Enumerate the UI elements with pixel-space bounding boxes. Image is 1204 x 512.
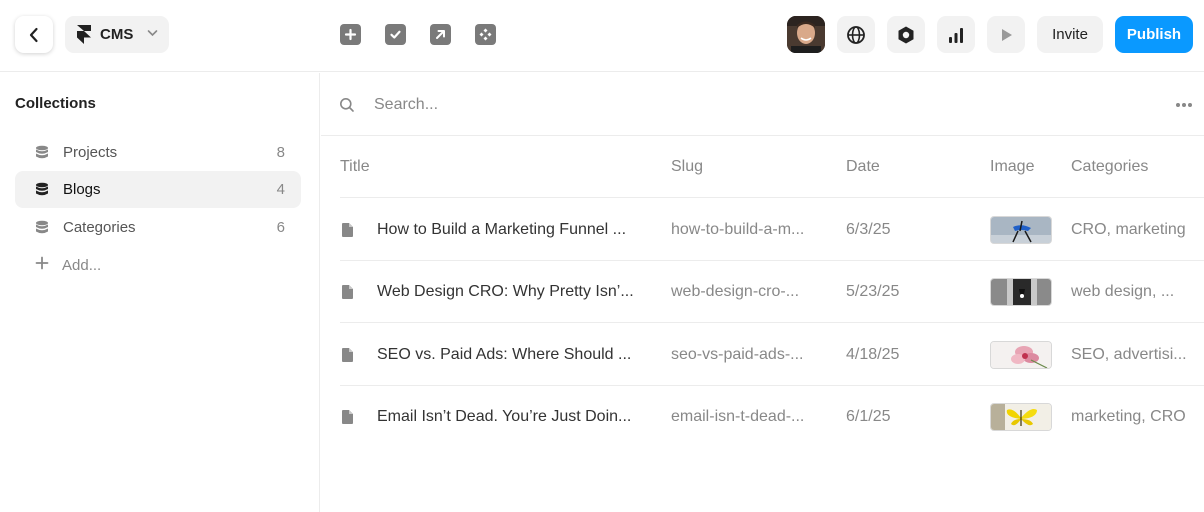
top-bar: CMS Invite Publish	[0, 0, 1204, 72]
plus-square-icon[interactable]	[340, 24, 361, 45]
column-header-image[interactable]: Image	[990, 158, 1034, 176]
back-button[interactable]	[15, 16, 53, 53]
row-categories: CRO, marketing	[1071, 221, 1186, 238]
sidebar-item-categories[interactable]: Categories 6	[15, 209, 301, 246]
analytics-button[interactable]	[937, 16, 975, 53]
row-date: 4/18/25	[846, 346, 900, 363]
chair-thumbnail	[990, 216, 1052, 244]
publish-button[interactable]: Publish	[1115, 16, 1193, 53]
search-input[interactable]	[374, 93, 1074, 117]
row-divider	[340, 385, 1204, 386]
arrow-up-right-square-icon[interactable]	[430, 24, 451, 45]
row-slug: email-isn-t-dead-...	[671, 408, 805, 425]
document-icon	[342, 348, 353, 362]
preview-button[interactable]	[987, 16, 1025, 53]
butterfly-thumbnail	[990, 403, 1052, 431]
search-bar	[321, 73, 1204, 136]
column-header-categories[interactable]: Categories	[1071, 158, 1148, 176]
row-categories: marketing, CRO	[1071, 408, 1186, 425]
collections-sidebar: Collections Projects 8 Blogs 4 Categorie…	[0, 73, 320, 512]
sidebar-item-projects[interactable]: Projects 8	[15, 134, 301, 171]
database-icon	[36, 182, 48, 196]
sidebar-item-blogs[interactable]: Blogs 4	[15, 171, 301, 208]
play-icon	[1002, 28, 1012, 41]
row-divider	[340, 197, 1204, 198]
check-square-icon[interactable]	[385, 24, 406, 45]
framer-logo-icon	[77, 25, 91, 44]
row-title: How to Build a Marketing Funnel ...	[377, 221, 627, 238]
globe-button[interactable]	[837, 16, 875, 53]
user-avatar[interactable]	[787, 16, 825, 53]
add-collection-label: Add...	[62, 256, 102, 274]
document-icon	[342, 410, 353, 424]
row-slug: web-design-cro-...	[671, 283, 800, 300]
row-date: 6/1/25	[846, 408, 891, 425]
sidebar-item-count: 6	[276, 219, 285, 236]
chevron-down-icon	[147, 30, 158, 37]
row-date: 6/3/25	[846, 221, 891, 238]
database-icon	[36, 145, 48, 159]
column-header-title[interactable]: Title	[340, 158, 370, 176]
invite-button[interactable]: Invite	[1037, 16, 1103, 53]
row-slug: how-to-build-a-m...	[671, 221, 805, 238]
components-icon[interactable]	[475, 24, 496, 45]
column-header-slug[interactable]: Slug	[671, 158, 703, 176]
project-switcher-label: CMS	[100, 26, 134, 43]
settings-hexagon-icon	[898, 26, 914, 43]
row-date: 5/23/25	[846, 283, 900, 300]
row-divider	[340, 260, 1204, 261]
sidebar-item-label: Projects	[63, 144, 118, 161]
sidebar-item-count: 8	[276, 144, 285, 161]
document-icon	[342, 285, 353, 299]
sidebar-item-label: Categories	[63, 219, 136, 236]
sidebar-item-label: Blogs	[63, 181, 101, 198]
row-categories: web design, ...	[1071, 283, 1175, 300]
more-options-icon[interactable]	[1176, 103, 1192, 107]
lamp-thumbnail	[990, 278, 1052, 306]
globe-icon	[847, 25, 865, 44]
row-title: Web Design CRO: Why Pretty Isn’...	[377, 283, 634, 300]
sidebar-item-count: 4	[276, 181, 285, 198]
row-slug: seo-vs-paid-ads-...	[671, 346, 804, 363]
sidebar-title: Collections	[15, 95, 96, 112]
document-icon	[342, 223, 353, 237]
column-header-date[interactable]: Date	[846, 158, 880, 176]
row-title: Email Isn’t Dead. You’re Just Doin...	[377, 408, 632, 425]
row-categories: SEO, advertisi...	[1071, 346, 1187, 363]
search-icon	[340, 98, 354, 112]
row-divider	[340, 322, 1204, 323]
project-switcher[interactable]: CMS	[65, 16, 169, 53]
row-title: SEO vs. Paid Ads: Where Should ...	[377, 346, 632, 363]
database-icon	[36, 220, 48, 234]
chevron-left-icon	[29, 27, 38, 42]
settings-button[interactable]	[887, 16, 925, 53]
bar-chart-icon	[949, 27, 963, 43]
plus-icon	[35, 256, 49, 270]
flower-thumbnail	[990, 341, 1052, 369]
